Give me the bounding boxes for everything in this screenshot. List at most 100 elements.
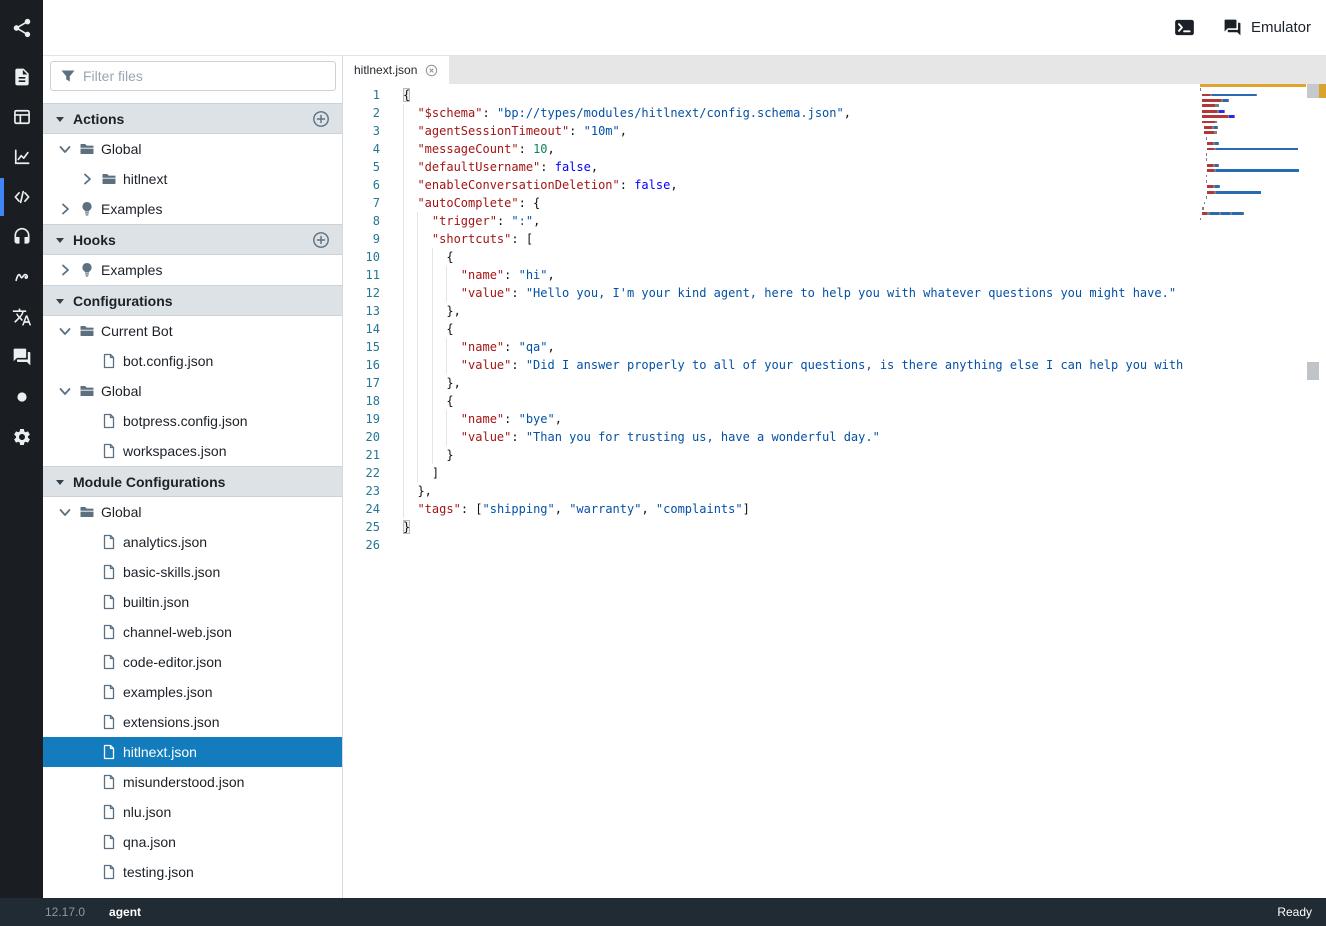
line-number: 13 — [343, 302, 380, 320]
code-line-content: "value": "Did I answer properly to all o… — [403, 356, 1183, 374]
tree-row-nlu-json[interactable]: nlu.json — [43, 797, 342, 827]
tree-row-examples[interactable]: Examples — [43, 194, 342, 224]
line-number: 7 — [343, 194, 380, 212]
folder-icon — [101, 171, 123, 187]
tree-row-label: basic-skills.json — [123, 564, 220, 580]
tree-row-label: hitlnext — [123, 171, 167, 187]
add-button[interactable] — [312, 110, 330, 128]
share-icon[interactable] — [0, 8, 43, 48]
code-icon[interactable] — [0, 177, 43, 217]
file-icon — [101, 714, 123, 730]
code-line-content: "tags": ["shipping", "warranty", "compla… — [403, 500, 750, 518]
code-line: 3 "agentSessionTimeout": "10m", — [343, 122, 1186, 140]
section-header-module-configurations[interactable]: Module Configurations — [43, 466, 342, 497]
tree-row-label: Global — [101, 141, 141, 157]
document-icon[interactable] — [0, 57, 43, 97]
line-number: 19 — [343, 410, 380, 428]
tree-row-global[interactable]: Global — [43, 376, 342, 406]
add-button[interactable] — [312, 231, 330, 249]
tree-row-misunderstood-json[interactable]: misunderstood.json — [43, 767, 342, 797]
tree-row-extensions-json[interactable]: extensions.json — [43, 707, 342, 737]
dot-icon[interactable] — [0, 377, 43, 417]
section-header-actions[interactable]: Actions — [43, 103, 342, 134]
tree-row-label: nlu.json — [123, 804, 171, 820]
tree-row-botpress-config-json[interactable]: botpress.config.json — [43, 406, 342, 436]
tree-row-testing-json[interactable]: testing.json — [43, 857, 342, 887]
tree-row-global[interactable]: Global — [43, 497, 342, 527]
tree-row-channel-web-json[interactable]: channel-web.json — [43, 617, 342, 647]
tree-row-qna-json[interactable]: qna.json — [43, 827, 342, 857]
code-line: 13 }, — [343, 302, 1186, 320]
file-icon — [101, 624, 123, 640]
tree-row-examples-json[interactable]: examples.json — [43, 677, 342, 707]
chart-icon[interactable] — [0, 137, 43, 177]
file-icon — [101, 864, 123, 880]
folder-icon — [79, 323, 101, 339]
lightbulb-icon — [79, 262, 101, 278]
tree-row-code-editor-json[interactable]: code-editor.json — [43, 647, 342, 677]
section-header-hooks[interactable]: Hooks — [43, 224, 342, 255]
chevron-down-icon[interactable] — [57, 383, 79, 399]
tree-row-bot-config-json[interactable]: bot.config.json — [43, 346, 342, 376]
minimap[interactable] — [1200, 84, 1306, 227]
file-icon — [101, 834, 123, 850]
code-line-content: "value": "Hello you, I'm your kind agent… — [403, 284, 1176, 302]
code-line: 16 "value": "Did I answer properly to al… — [343, 356, 1186, 374]
terminal-button[interactable] — [1174, 19, 1195, 36]
section-header-configurations[interactable]: Configurations — [43, 285, 342, 316]
tree-row-basic-skills-json[interactable]: basic-skills.json — [43, 557, 342, 587]
layout-icon[interactable] — [0, 97, 43, 137]
code-line-content: { — [403, 248, 454, 266]
tree-row-examples[interactable]: Examples — [43, 255, 342, 285]
tree-row-hitlnext-json[interactable]: hitlnext.json — [43, 737, 342, 767]
line-number: 25 — [343, 518, 380, 536]
chevron-right-icon[interactable] — [57, 262, 79, 278]
tree-row-label: extensions.json — [123, 714, 220, 730]
code-line: 23 }, — [343, 482, 1186, 500]
translate-icon[interactable] — [0, 297, 43, 337]
emulator-label: Emulator — [1251, 19, 1311, 36]
gear-icon[interactable] — [0, 417, 43, 457]
chevron-right-icon[interactable] — [57, 201, 79, 217]
chevron-right-icon[interactable] — [79, 171, 101, 187]
tree-row-analytics-json[interactable]: analytics.json — [43, 527, 342, 557]
line-number: 17 — [343, 374, 380, 392]
tab-hitlnext-json[interactable]: hitlnext.json — [343, 56, 449, 84]
code-line: 22 ] — [343, 464, 1186, 482]
code-line: 2 "$schema": "bp://types/modules/hitlnex… — [343, 104, 1186, 122]
chevron-down-icon[interactable] — [57, 323, 79, 339]
line-number: 4 — [343, 140, 380, 158]
line-number: 26 — [343, 536, 380, 554]
code-line-content: "agentSessionTimeout": "10m", — [403, 122, 627, 140]
emulator-button[interactable]: Emulator — [1223, 18, 1311, 37]
tree-row-global[interactable]: Global — [43, 134, 342, 164]
folder-icon — [79, 141, 101, 157]
filter-files-input[interactable] — [50, 61, 336, 91]
tab-label: hitlnext.json — [354, 63, 417, 77]
file-icon — [101, 594, 123, 610]
scrollbar-thumb-secondary[interactable] — [1307, 362, 1319, 380]
tree-row-builtin-json[interactable]: builtin.json — [43, 587, 342, 617]
chevron-down-icon[interactable] — [57, 504, 79, 520]
chevron-down-icon[interactable] — [57, 141, 79, 157]
code-line: 11 "name": "hi", — [343, 266, 1186, 284]
scrollbar-thumb[interactable] — [1307, 84, 1319, 98]
headset-icon[interactable] — [0, 217, 43, 257]
code-line-content: }, — [403, 374, 461, 392]
tree-row-hitlnext[interactable]: hitlnext — [43, 164, 342, 194]
tree-row-label: analytics.json — [123, 534, 207, 550]
code-line-content: "autoComplete": { — [403, 194, 540, 212]
line-number: 1 — [343, 86, 380, 104]
status-bar: 12.17.0 agent Ready — [0, 898, 1326, 926]
scribble-icon[interactable] — [0, 257, 43, 297]
tab-close-icon[interactable] — [425, 64, 438, 77]
section-label: Actions — [73, 111, 124, 127]
line-number: 20 — [343, 428, 380, 446]
chat-icon[interactable] — [0, 337, 43, 377]
code-line: 5 "defaultUsername": false, — [343, 158, 1186, 176]
code-line: 20 "value": "Than you for trusting us, h… — [343, 428, 1186, 446]
code-editor[interactable]: 1 {2 "$schema": "bp://types/modules/hitln… — [343, 86, 1186, 554]
tree-row-workspaces-json[interactable]: workspaces.json — [43, 436, 342, 466]
line-number: 10 — [343, 248, 380, 266]
tree-row-current-bot[interactable]: Current Bot — [43, 316, 342, 346]
